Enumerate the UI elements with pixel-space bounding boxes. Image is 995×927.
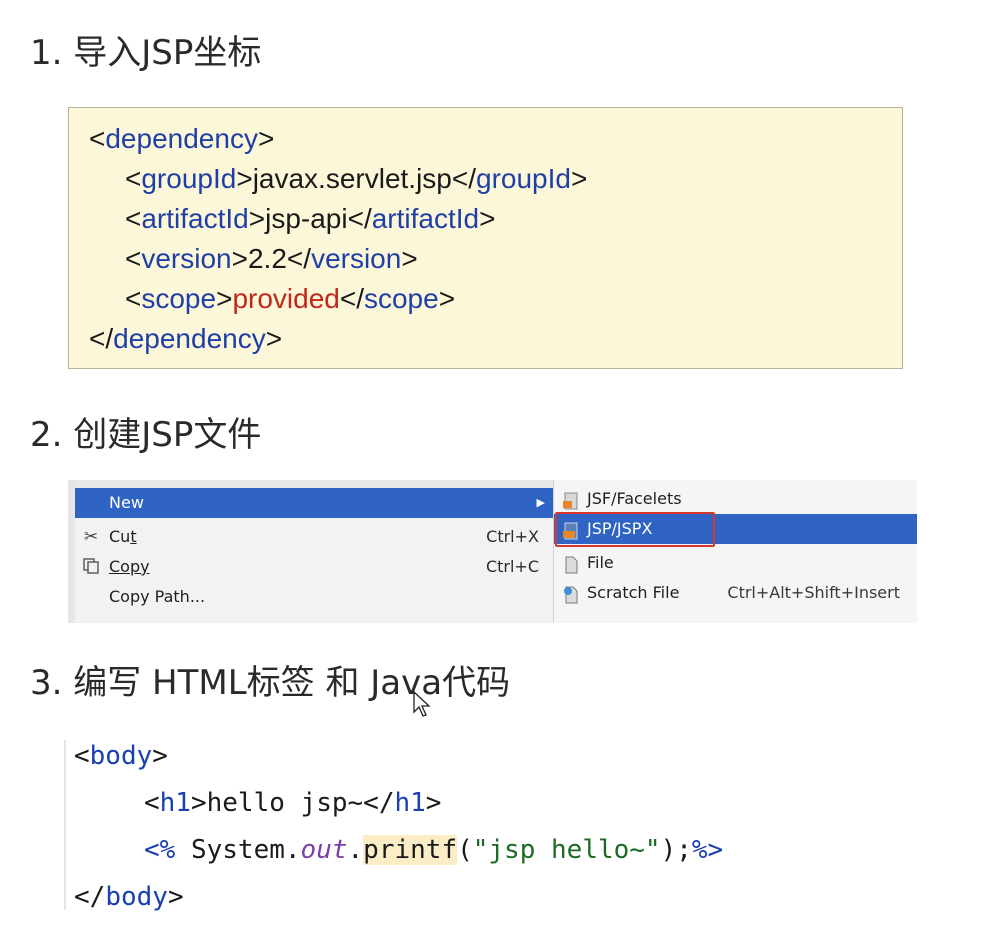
step-3-heading: 3. 编写 HTML标签 和 Java代码 [30, 663, 511, 703]
menu-item-cut-label: Cut [109, 527, 137, 546]
version-tag: version [141, 243, 232, 274]
artifactId-value: jsp-api [265, 203, 348, 234]
artifactId-close-tag: artifactId [371, 203, 480, 234]
dependency-close-tag: dependency [113, 323, 266, 354]
code-line-h1: <h1>hello jsp~</h1> [144, 788, 442, 818]
menu-item-copy-shortcut: Ctrl+C [485, 557, 539, 576]
scope-value: provided [232, 283, 340, 314]
menu-item-copy[interactable]: Copy Ctrl+C [75, 552, 553, 582]
artifactId-tag: artifactId [141, 203, 249, 234]
scope-tag: scope [141, 283, 217, 314]
submenu-item-jsf-label: JSF/Facelets [587, 489, 682, 508]
scissors-icon: ✂ [83, 527, 99, 547]
printf-arg: "jsp hello~" [472, 835, 661, 865]
groupId-close-tag: groupId [476, 163, 571, 194]
system-out: System. [175, 835, 301, 865]
submenu-item-scratch-label: Scratch File [587, 583, 680, 602]
maven-dependency-snippet: <dependency> <groupId>javax.servlet.jsp<… [68, 107, 903, 369]
body-close-tag: body [105, 882, 168, 912]
printf-fn: printf [363, 835, 458, 865]
ide-context-menu-screenshot: New ▶ ✂ Cut Ctrl+X Copy Ctrl+C Copy Path… [68, 480, 917, 623]
menu-item-cut-shortcut: Ctrl+X [486, 527, 539, 546]
scriptlet-open: <% [144, 835, 176, 865]
h1-tag: h1 [159, 788, 191, 818]
code-line-scriptlet: <% System.out.printf("jsp hello~");%> [144, 835, 724, 865]
submenu-item-file-label: File [587, 553, 614, 572]
artifactId-line: <artifactId>jsp-api</artifactId> [125, 203, 496, 234]
step-1-heading: 1. 导入JSP坐标 [30, 33, 262, 73]
submenu-item-jsf-facelets[interactable]: JSF/Facelets [554, 484, 917, 514]
menu-item-copy-path-label: Copy Path... [109, 587, 206, 606]
code-gutter [64, 740, 66, 910]
out-field: out [300, 835, 348, 865]
h1-close-tag: h1 [394, 788, 426, 818]
file-icon [562, 554, 580, 574]
menu-item-cut[interactable]: ✂ Cut Ctrl+X [75, 522, 553, 552]
groupId-tag: groupId [141, 163, 237, 194]
mouse-cursor-icon [413, 690, 431, 717]
version-line: <version>2.2</version> [125, 243, 418, 274]
version-close-tag: version [311, 243, 402, 274]
code-line-body-open: <body> [74, 741, 168, 771]
scriptlet-close: %> [691, 835, 724, 865]
submenu-item-file[interactable]: File [554, 548, 917, 578]
h1-text: hello jsp~ [206, 788, 364, 818]
scope-close-tag: scope [363, 283, 439, 314]
groupId-line: <groupId>javax.servlet.jsp</groupId> [125, 163, 588, 194]
code-line-body-close: </body> [74, 882, 184, 912]
menu-left-edge [68, 480, 75, 623]
dependency-close-line: </dependency> [89, 323, 283, 354]
jsf-file-icon [562, 490, 580, 510]
context-menu: New ▶ ✂ Cut Ctrl+X Copy Ctrl+C Copy Path… [75, 488, 554, 623]
scope-line: <scope>provided</scope> [125, 283, 456, 314]
groupId-value: javax.servlet.jsp [252, 163, 452, 194]
scratch-file-icon [562, 584, 580, 604]
step-2-heading: 2. 创建JSP文件 [30, 415, 262, 455]
submenu-item-scratch-shortcut: Ctrl+Alt+Shift+Insert [727, 583, 900, 602]
dependency-tag: dependency [105, 123, 258, 154]
copy-icon [81, 557, 101, 577]
menu-item-new-label: New [109, 493, 144, 512]
body-tag: body [89, 741, 153, 771]
version-value: 2.2 [247, 243, 287, 274]
menu-item-new[interactable]: New ▶ [75, 488, 553, 518]
dependency-open-line: <dependency> [89, 123, 275, 154]
new-submenu: JSF/Facelets JSP/JSPX File Scratch File … [553, 480, 917, 623]
submenu-item-scratch-file[interactable]: Scratch File Ctrl+Alt+Shift+Insert [554, 578, 917, 608]
submenu-arrow-icon: ▶ [536, 496, 545, 509]
menu-item-copy-label: Copy [109, 557, 150, 576]
jsp-highlight-box [555, 512, 715, 547]
menu-item-copy-path[interactable]: Copy Path... [75, 582, 553, 612]
